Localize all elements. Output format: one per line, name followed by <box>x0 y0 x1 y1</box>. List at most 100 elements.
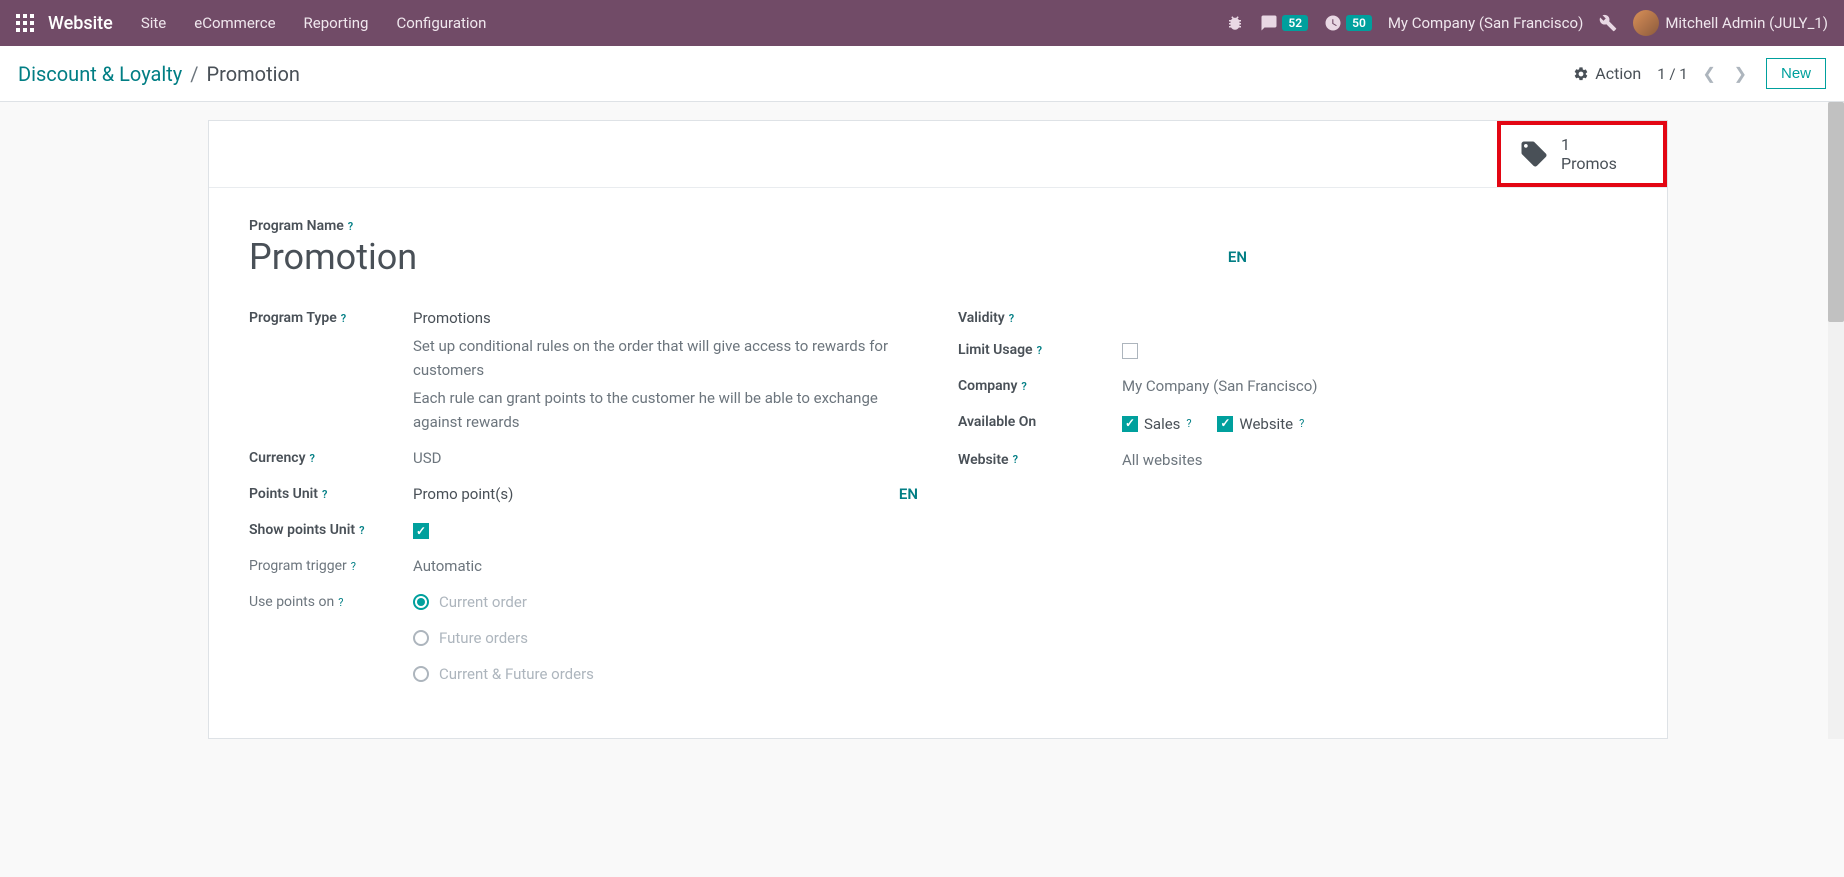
avatar <box>1633 10 1659 36</box>
row-points-unit: Points Unit? Promo point(s) EN <box>249 482 918 506</box>
stat-info: 1 Promos <box>1561 135 1617 173</box>
row-currency: Currency? USD <box>249 446 918 470</box>
action-button[interactable]: Action <box>1573 64 1641 83</box>
radio-current-order[interactable]: Current order <box>413 590 918 614</box>
title-block: Program Name ? Promotion <box>249 216 417 278</box>
form-sheet: 1 Promos Program Name ? Promotion EN <box>208 120 1668 739</box>
help-icon[interactable]: ? <box>351 560 356 573</box>
help-icon[interactable]: ? <box>338 596 343 609</box>
limit-usage-checkbox[interactable] <box>1122 343 1138 359</box>
lang-badge-title[interactable]: EN <box>1228 248 1247 266</box>
breadcrumb-current: Promotion <box>207 62 300 86</box>
company-value[interactable]: My Company (San Francisco) <box>1122 374 1627 398</box>
messages-icon[interactable]: 52 <box>1260 14 1308 32</box>
form-columns: Program Type? Promotions Set up conditio… <box>249 306 1627 710</box>
lang-badge-points[interactable]: EN <box>899 482 918 506</box>
row-use-points: Use points on? Current order Future orde… <box>249 590 918 698</box>
scrollbar[interactable] <box>1828 102 1844 739</box>
website-field-label: Website? <box>958 452 1018 468</box>
row-program-type: Program Type? Promotions Set up conditio… <box>249 306 918 434</box>
checkbox-icon <box>1217 416 1233 432</box>
program-name-label: Program Name ? <box>249 218 353 234</box>
row-available-on: Available On Sales? Website? <box>958 410 1627 436</box>
program-name-value[interactable]: Promotion <box>249 236 417 278</box>
nav-company[interactable]: My Company (San Francisco) <box>1388 14 1583 32</box>
points-unit-value[interactable]: Promo point(s) EN <box>413 482 918 506</box>
breadcrumb-parent[interactable]: Discount & Loyalty <box>18 62 182 86</box>
available-website[interactable]: Website? <box>1217 412 1304 436</box>
use-points-label: Use points on? <box>249 594 343 610</box>
company-label: Company? <box>958 378 1027 394</box>
show-points-checkbox[interactable] <box>413 523 429 539</box>
nav-brand[interactable]: Website <box>48 13 113 34</box>
scrollbar-thumb[interactable] <box>1828 102 1844 322</box>
nav-menu-configuration[interactable]: Configuration <box>396 14 486 32</box>
radio-icon <box>413 630 429 646</box>
pager-prev-icon[interactable]: ❮ <box>1699 64 1718 83</box>
program-type-value[interactable]: Promotions Set up conditional rules on t… <box>413 306 918 434</box>
radio-icon <box>413 666 429 682</box>
radio-future-orders[interactable]: Future orders <box>413 626 918 650</box>
activities-icon[interactable]: 50 <box>1324 14 1372 32</box>
help-icon[interactable]: ? <box>341 312 346 325</box>
use-points-options: Current order Future orders Current & Fu… <box>413 590 918 698</box>
nav-menu: Site eCommerce Reporting Configuration <box>141 14 1227 32</box>
nav-menu-ecommerce[interactable]: eCommerce <box>194 14 275 32</box>
help-icon[interactable]: ? <box>322 488 327 501</box>
new-button[interactable]: New <box>1766 58 1826 89</box>
tag-icon <box>1519 139 1549 169</box>
stat-button-promos[interactable]: 1 Promos <box>1497 121 1667 187</box>
currency-label: Currency? <box>249 450 315 466</box>
debug-icon[interactable] <box>1226 14 1244 32</box>
nav-menu-site[interactable]: Site <box>141 14 166 32</box>
program-type-label: Program Type? <box>249 310 346 326</box>
control-right: Action 1 / 1 ❮ ❯ New <box>1573 58 1826 89</box>
help-icon[interactable]: ? <box>1021 380 1026 393</box>
row-limit-usage: Limit Usage? <box>958 338 1627 362</box>
radio-current-future-orders[interactable]: Current & Future orders <box>413 662 918 686</box>
pager-value[interactable]: 1 / 1 <box>1657 65 1688 83</box>
row-validity: Validity? <box>958 306 1627 326</box>
stat-value: 1 <box>1561 135 1617 154</box>
form-col-left: Program Type? Promotions Set up conditio… <box>249 306 918 710</box>
pager-next-icon[interactable]: ❯ <box>1731 64 1750 83</box>
navbar: Website Site eCommerce Reporting Configu… <box>0 0 1844 46</box>
apps-icon[interactable] <box>16 14 34 32</box>
action-label: Action <box>1595 64 1641 83</box>
program-trigger-value[interactable]: Automatic <box>413 554 918 578</box>
nav-user[interactable]: Mitchell Admin (JULY_1) <box>1633 10 1828 36</box>
breadcrumb: Discount & Loyalty / Promotion <box>18 62 300 86</box>
available-on-value: Sales? Website? <box>1122 410 1627 436</box>
form-content: Program Name ? Promotion EN Program Type… <box>209 188 1667 738</box>
limit-usage-label: Limit Usage? <box>958 342 1042 358</box>
help-icon[interactable]: ? <box>1037 344 1042 357</box>
points-unit-label: Points Unit? <box>249 486 327 502</box>
row-company: Company? My Company (San Francisco) <box>958 374 1627 398</box>
help-icon[interactable]: ? <box>359 524 364 537</box>
stat-label: Promos <box>1561 154 1617 173</box>
row-show-points: Show points Unit? <box>249 518 918 542</box>
website-value[interactable]: All websites <box>1122 448 1627 472</box>
control-panel: Discount & Loyalty / Promotion Action 1 … <box>0 46 1844 102</box>
currency-value[interactable]: USD <box>413 446 918 470</box>
form-col-right: Validity? Limit Usage? Company? My Compa… <box>958 306 1627 710</box>
row-website: Website? All websites <box>958 448 1627 472</box>
validity-label: Validity? <box>958 310 1014 326</box>
help-icon[interactable]: ? <box>1186 415 1191 433</box>
help-icon[interactable]: ? <box>348 220 353 233</box>
pager: 1 / 1 ❮ ❯ <box>1657 64 1750 83</box>
title-row: Program Name ? Promotion EN <box>249 216 1627 278</box>
button-box: 1 Promos <box>209 121 1667 188</box>
help-icon[interactable]: ? <box>310 452 315 465</box>
available-on-label: Available On <box>958 414 1036 430</box>
activities-count: 50 <box>1346 15 1372 31</box>
gear-icon <box>1573 66 1589 82</box>
sheet-bg: 1 Promos Program Name ? Promotion EN <box>0 102 1844 739</box>
help-icon[interactable]: ? <box>1009 312 1014 325</box>
messages-count: 52 <box>1282 15 1308 31</box>
help-icon[interactable]: ? <box>1013 453 1018 466</box>
nav-menu-reporting[interactable]: Reporting <box>304 14 369 32</box>
help-icon[interactable]: ? <box>1299 415 1304 433</box>
tools-icon[interactable] <box>1599 14 1617 32</box>
available-sales[interactable]: Sales? <box>1122 412 1192 436</box>
